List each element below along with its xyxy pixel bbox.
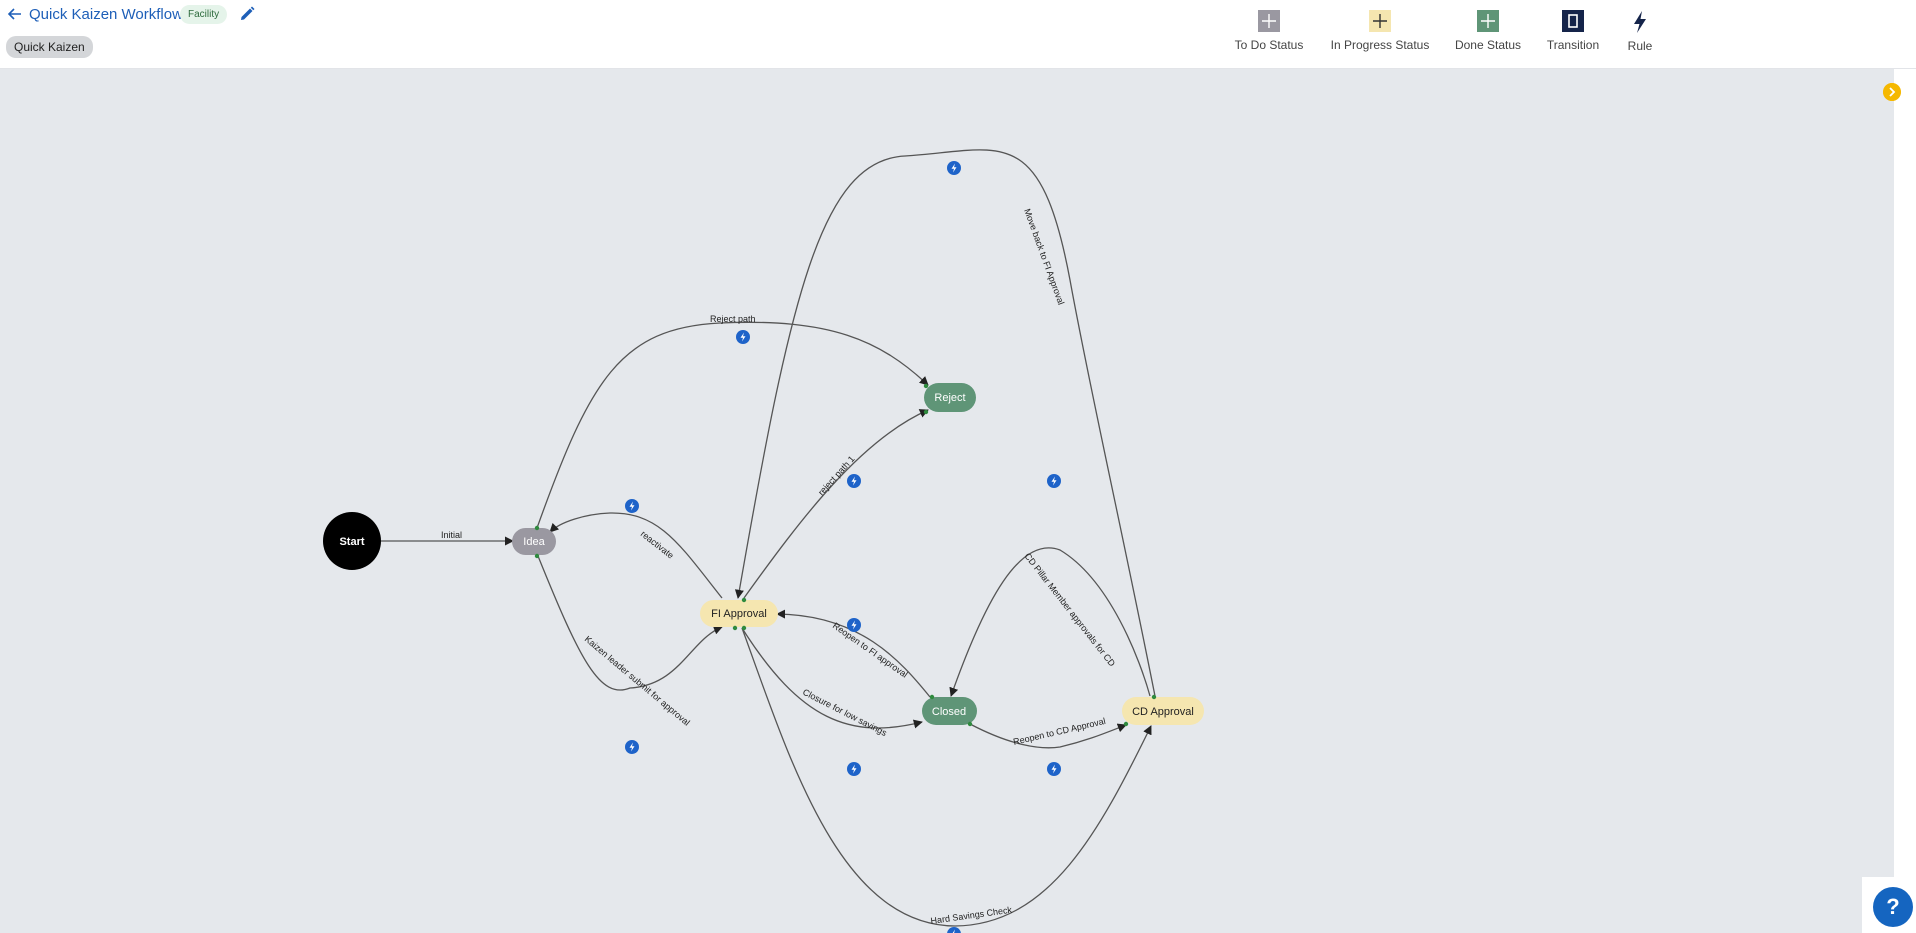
todo-status-tool[interactable]: To Do Status: [1234, 10, 1304, 52]
chevron-right-icon[interactable]: [1883, 83, 1901, 101]
edge-label-hard-savings: Hard Savings Check: [930, 905, 1013, 926]
edge-label-move-back: Move back to FI Approval: [1022, 207, 1066, 306]
rule-badge[interactable]: [1047, 474, 1061, 488]
edge-label-reopen-cd: Reopen to CD Approval: [1012, 716, 1106, 747]
rule-badge[interactable]: [625, 499, 639, 513]
plus-icon: [1258, 10, 1280, 32]
lightning-icon: [1634, 11, 1646, 33]
help-button[interactable]: ?: [1873, 887, 1913, 927]
node-start[interactable]: Start: [323, 512, 381, 570]
arrow-left-icon[interactable]: [6, 5, 24, 23]
rule-badge[interactable]: [1047, 762, 1061, 776]
pencil-icon[interactable]: [238, 5, 256, 23]
node-fi-approval[interactable]: FI Approval: [700, 600, 778, 627]
rule-badge[interactable]: [847, 618, 861, 632]
edge-label-closure-low: Closure for low savings: [801, 687, 889, 738]
node-reject[interactable]: Reject: [924, 383, 976, 412]
facility-badge: Facility: [180, 5, 228, 24]
edge-move-back[interactable]: [734, 149, 1156, 697]
transition-icon: [1562, 10, 1584, 32]
edge-reject-path-1[interactable]: [743, 409, 929, 599]
node-fi-approval-label: FI Approval: [711, 608, 767, 620]
node-closed[interactable]: Closed: [922, 697, 977, 725]
rule-badge[interactable]: [947, 927, 961, 933]
todo-status-label: To Do Status: [1234, 38, 1304, 52]
workflow-title[interactable]: Quick Kaizen Workflow: [29, 6, 183, 23]
node-start-label: Start: [339, 536, 364, 548]
done-status-label: Done Status: [1454, 38, 1522, 52]
top-header: Quick Kaizen Workflow Facility Quick Kai…: [0, 0, 1916, 69]
edge-label-reject-path: Reject path: [710, 314, 756, 324]
node-idea-label: Idea: [523, 536, 545, 548]
edge-hard-savings[interactable]: [741, 627, 1152, 927]
rule-badge[interactable]: [847, 762, 861, 776]
rule-label: Rule: [1627, 39, 1653, 53]
tab-quick-kaizen[interactable]: Quick Kaizen: [6, 36, 93, 58]
node-cd-approval[interactable]: CD Approval: [1122, 697, 1204, 725]
right-panel-strip: [1894, 69, 1916, 933]
node-cd-approval-label: CD Approval: [1132, 706, 1194, 718]
edge-label-initial: Initial: [441, 530, 462, 540]
edge-label-cd-pillar: CD Pillar Member approvals for CD: [1022, 551, 1117, 669]
edge-label-reactivate: reactivate: [639, 529, 676, 561]
edge-label-kaizen-submit: Kaizen leader submit for approval: [583, 634, 692, 728]
rule-badges: [625, 161, 1061, 933]
transition-tool[interactable]: Transition: [1543, 10, 1603, 52]
edge-label-reopen-fi: Reopen to FI approval: [831, 620, 910, 679]
node-reject-label: Reject: [934, 392, 965, 404]
edge-reactivate[interactable]: [549, 512, 723, 599]
edge-reject-path[interactable]: [536, 321, 929, 529]
node-idea[interactable]: Idea: [512, 528, 556, 555]
inprogress-status-tool[interactable]: In Progress Status: [1325, 10, 1435, 52]
edge-cd-pillar[interactable]: [949, 547, 1151, 697]
rule-badge[interactable]: [847, 474, 861, 488]
edge-closure-low[interactable]: [741, 627, 923, 729]
transition-label: Transition: [1546, 38, 1600, 52]
plus-icon: [1369, 10, 1391, 32]
rule-badge[interactable]: [625, 740, 639, 754]
rule-badge[interactable]: [736, 330, 750, 344]
node-closed-label: Closed: [932, 706, 966, 718]
plus-icon: [1477, 10, 1499, 32]
workflow-canvas[interactable]: Initial Reject path reactivate reject pa…: [0, 69, 1894, 933]
workflow-diagram: Initial Reject path reactivate reject pa…: [323, 149, 1204, 933]
done-status-tool[interactable]: Done Status: [1452, 10, 1524, 52]
inprogress-status-label: In Progress Status: [1330, 38, 1430, 52]
rule-badge[interactable]: [947, 161, 961, 175]
rule-tool[interactable]: Rule: [1622, 10, 1658, 53]
